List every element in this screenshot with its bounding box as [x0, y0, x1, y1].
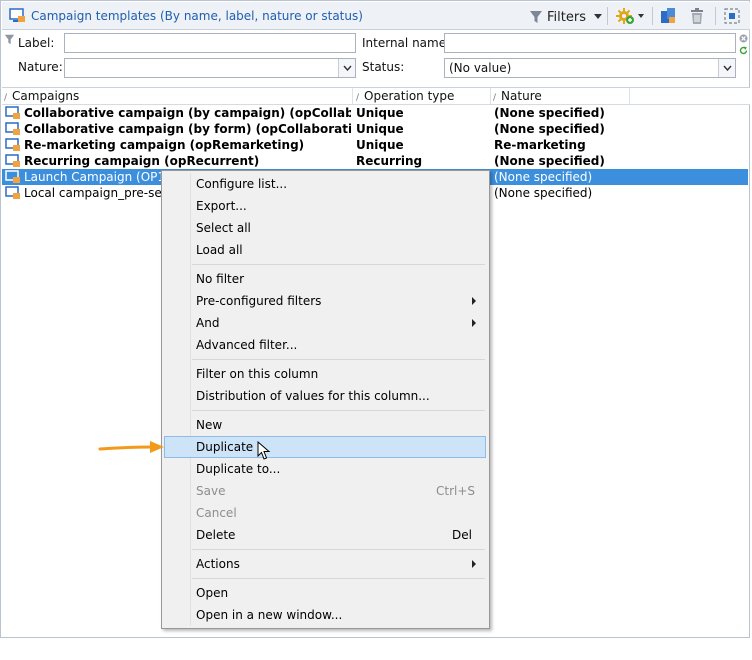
trash-icon[interactable]	[689, 7, 705, 25]
nature-value: (None specified)	[494, 186, 593, 200]
operation-type: Unique	[356, 122, 404, 136]
window-title: Campaign templates (By name, label, natu…	[31, 9, 363, 23]
column-header-operation-type[interactable]: / Operation type	[356, 89, 454, 103]
grid-header: / Campaigns / Operation type / Nature	[2, 87, 750, 105]
nature-value: (None specified)	[494, 154, 605, 168]
toolbar-separator	[715, 7, 716, 25]
mouse-cursor-icon	[257, 441, 271, 460]
sort-icon: /	[4, 93, 8, 103]
menu-separator	[192, 410, 485, 411]
table-row[interactable]: Recurring campaign (opRecurrent) Recurri…	[2, 153, 748, 169]
submenu-arrow-icon	[472, 319, 476, 327]
menu-item-distribution-values[interactable]: Distribution of values for this column..…	[164, 385, 486, 407]
maximize-icon[interactable]	[723, 7, 741, 25]
menu-item-configure-list[interactable]: Configure list...	[164, 173, 486, 195]
campaign-name: Launch Campaign (OP11)	[24, 170, 164, 184]
nature-select[interactable]	[64, 58, 356, 78]
menu-item-actions[interactable]: Actions	[164, 553, 486, 575]
campaign-template-icon	[5, 186, 20, 199]
menu-item-and[interactable]: And	[164, 312, 486, 334]
nature-value: (None specified)	[494, 122, 605, 136]
campaign-name: Re-marketing campaign (opRemarketing)	[24, 138, 305, 152]
column-divider[interactable]	[629, 88, 630, 104]
menu-separator	[192, 578, 485, 579]
submenu-arrow-icon	[472, 560, 476, 568]
menu-item-filter-on-column[interactable]: Filter on this column	[164, 363, 486, 385]
menu-item-cancel[interactable]: Cancel	[164, 502, 486, 524]
menu-separator	[192, 264, 485, 265]
menu-item-no-filter[interactable]: No filter	[164, 268, 486, 290]
chevron-down-icon	[338, 59, 355, 77]
shortcut-delete: Del	[452, 528, 472, 542]
refresh-icon[interactable]	[739, 46, 748, 55]
menu-item-advanced-filter[interactable]: Advanced filter...	[164, 334, 486, 356]
campaign-template-icon	[9, 8, 25, 22]
sort-icon: /	[356, 93, 360, 103]
menu-item-open-new-window[interactable]: Open in a new window...	[164, 604, 486, 626]
operation-type: Unique	[356, 106, 404, 120]
filters-button[interactable]: Filters	[529, 7, 602, 27]
operation-type: Unique	[356, 138, 404, 152]
menu-item-preconfigured-filters[interactable]: Pre-configured filters	[164, 290, 486, 312]
campaign-name: Collaborative campaign (by form) (opColl…	[24, 122, 351, 136]
table-row[interactable]: Re-marketing campaign (opRemarketing) Un…	[2, 137, 748, 153]
column-header-nature[interactable]: / Nature	[493, 89, 542, 103]
menu-item-save[interactable]: Save Ctrl+S	[164, 480, 486, 502]
menu-item-duplicate-to[interactable]: Duplicate to...	[164, 458, 486, 480]
chevron-down-icon	[718, 59, 735, 77]
context-menu: Configure list... Export... Select all L…	[161, 170, 490, 629]
menu-item-select-all[interactable]: Select all	[164, 217, 486, 239]
campaign-template-icon	[5, 122, 20, 135]
menu-item-duplicate[interactable]: Duplicate	[164, 436, 486, 458]
funnel-icon	[530, 11, 542, 23]
internal-name-input[interactable]	[444, 33, 736, 53]
shortcut-save: Ctrl+S	[436, 484, 476, 498]
internal-name-field-label: Internal name:	[362, 36, 451, 50]
submenu-arrow-icon	[472, 297, 476, 305]
campaign-name: Local campaign_pre-set (C	[24, 186, 162, 200]
label-field-label: Label:	[18, 36, 55, 50]
menu-item-load-all[interactable]: Load all	[164, 239, 486, 261]
campaign-name: Collaborative campaign (by campaign) (op…	[24, 106, 351, 120]
status-select[interactable]: (No value)	[444, 58, 736, 78]
toolbar-separator	[607, 7, 608, 25]
menu-item-export[interactable]: Export...	[164, 195, 486, 217]
menu-item-delete[interactable]: Delete Del	[164, 524, 486, 546]
clear-icon[interactable]	[739, 34, 748, 43]
gear-add-icon[interactable]	[615, 7, 645, 25]
nature-value: Re-marketing	[494, 138, 586, 152]
campaign-name: Recurring campaign (opRecurrent)	[24, 154, 260, 168]
title-bar: Campaign templates (By name, label, natu…	[2, 2, 750, 30]
menu-separator	[192, 549, 485, 550]
operation-type: Recurring	[356, 154, 423, 168]
status-field-label: Status:	[362, 60, 405, 74]
annotation-arrow-icon	[98, 441, 164, 453]
campaign-template-icon	[5, 138, 20, 151]
filters-label: Filters	[547, 9, 586, 25]
toolbar-separator	[652, 7, 653, 25]
campaign-template-icon	[5, 154, 20, 167]
column-divider[interactable]	[352, 88, 353, 104]
nature-field-label: Nature:	[18, 60, 63, 74]
campaign-template-icon	[5, 170, 20, 183]
funnel-icon	[4, 34, 15, 45]
sort-icon: /	[493, 93, 497, 103]
campaign-template-icon	[5, 106, 20, 119]
chevron-down-icon	[593, 14, 602, 19]
nature-value: (None specified)	[494, 170, 593, 184]
table-row[interactable]: Collaborative campaign (by form) (opColl…	[2, 121, 748, 137]
duplicate-icon[interactable]	[659, 7, 677, 25]
nature-value: (None specified)	[494, 106, 605, 120]
menu-item-new[interactable]: New	[164, 414, 486, 436]
menu-item-open[interactable]: Open	[164, 582, 486, 604]
label-input[interactable]	[64, 33, 356, 53]
column-divider[interactable]	[490, 88, 491, 104]
status-select-value: (No value)	[449, 61, 512, 75]
table-row[interactable]: Collaborative campaign (by campaign) (op…	[2, 105, 748, 121]
menu-separator	[192, 359, 485, 360]
column-header-campaigns[interactable]: / Campaigns	[4, 89, 79, 103]
